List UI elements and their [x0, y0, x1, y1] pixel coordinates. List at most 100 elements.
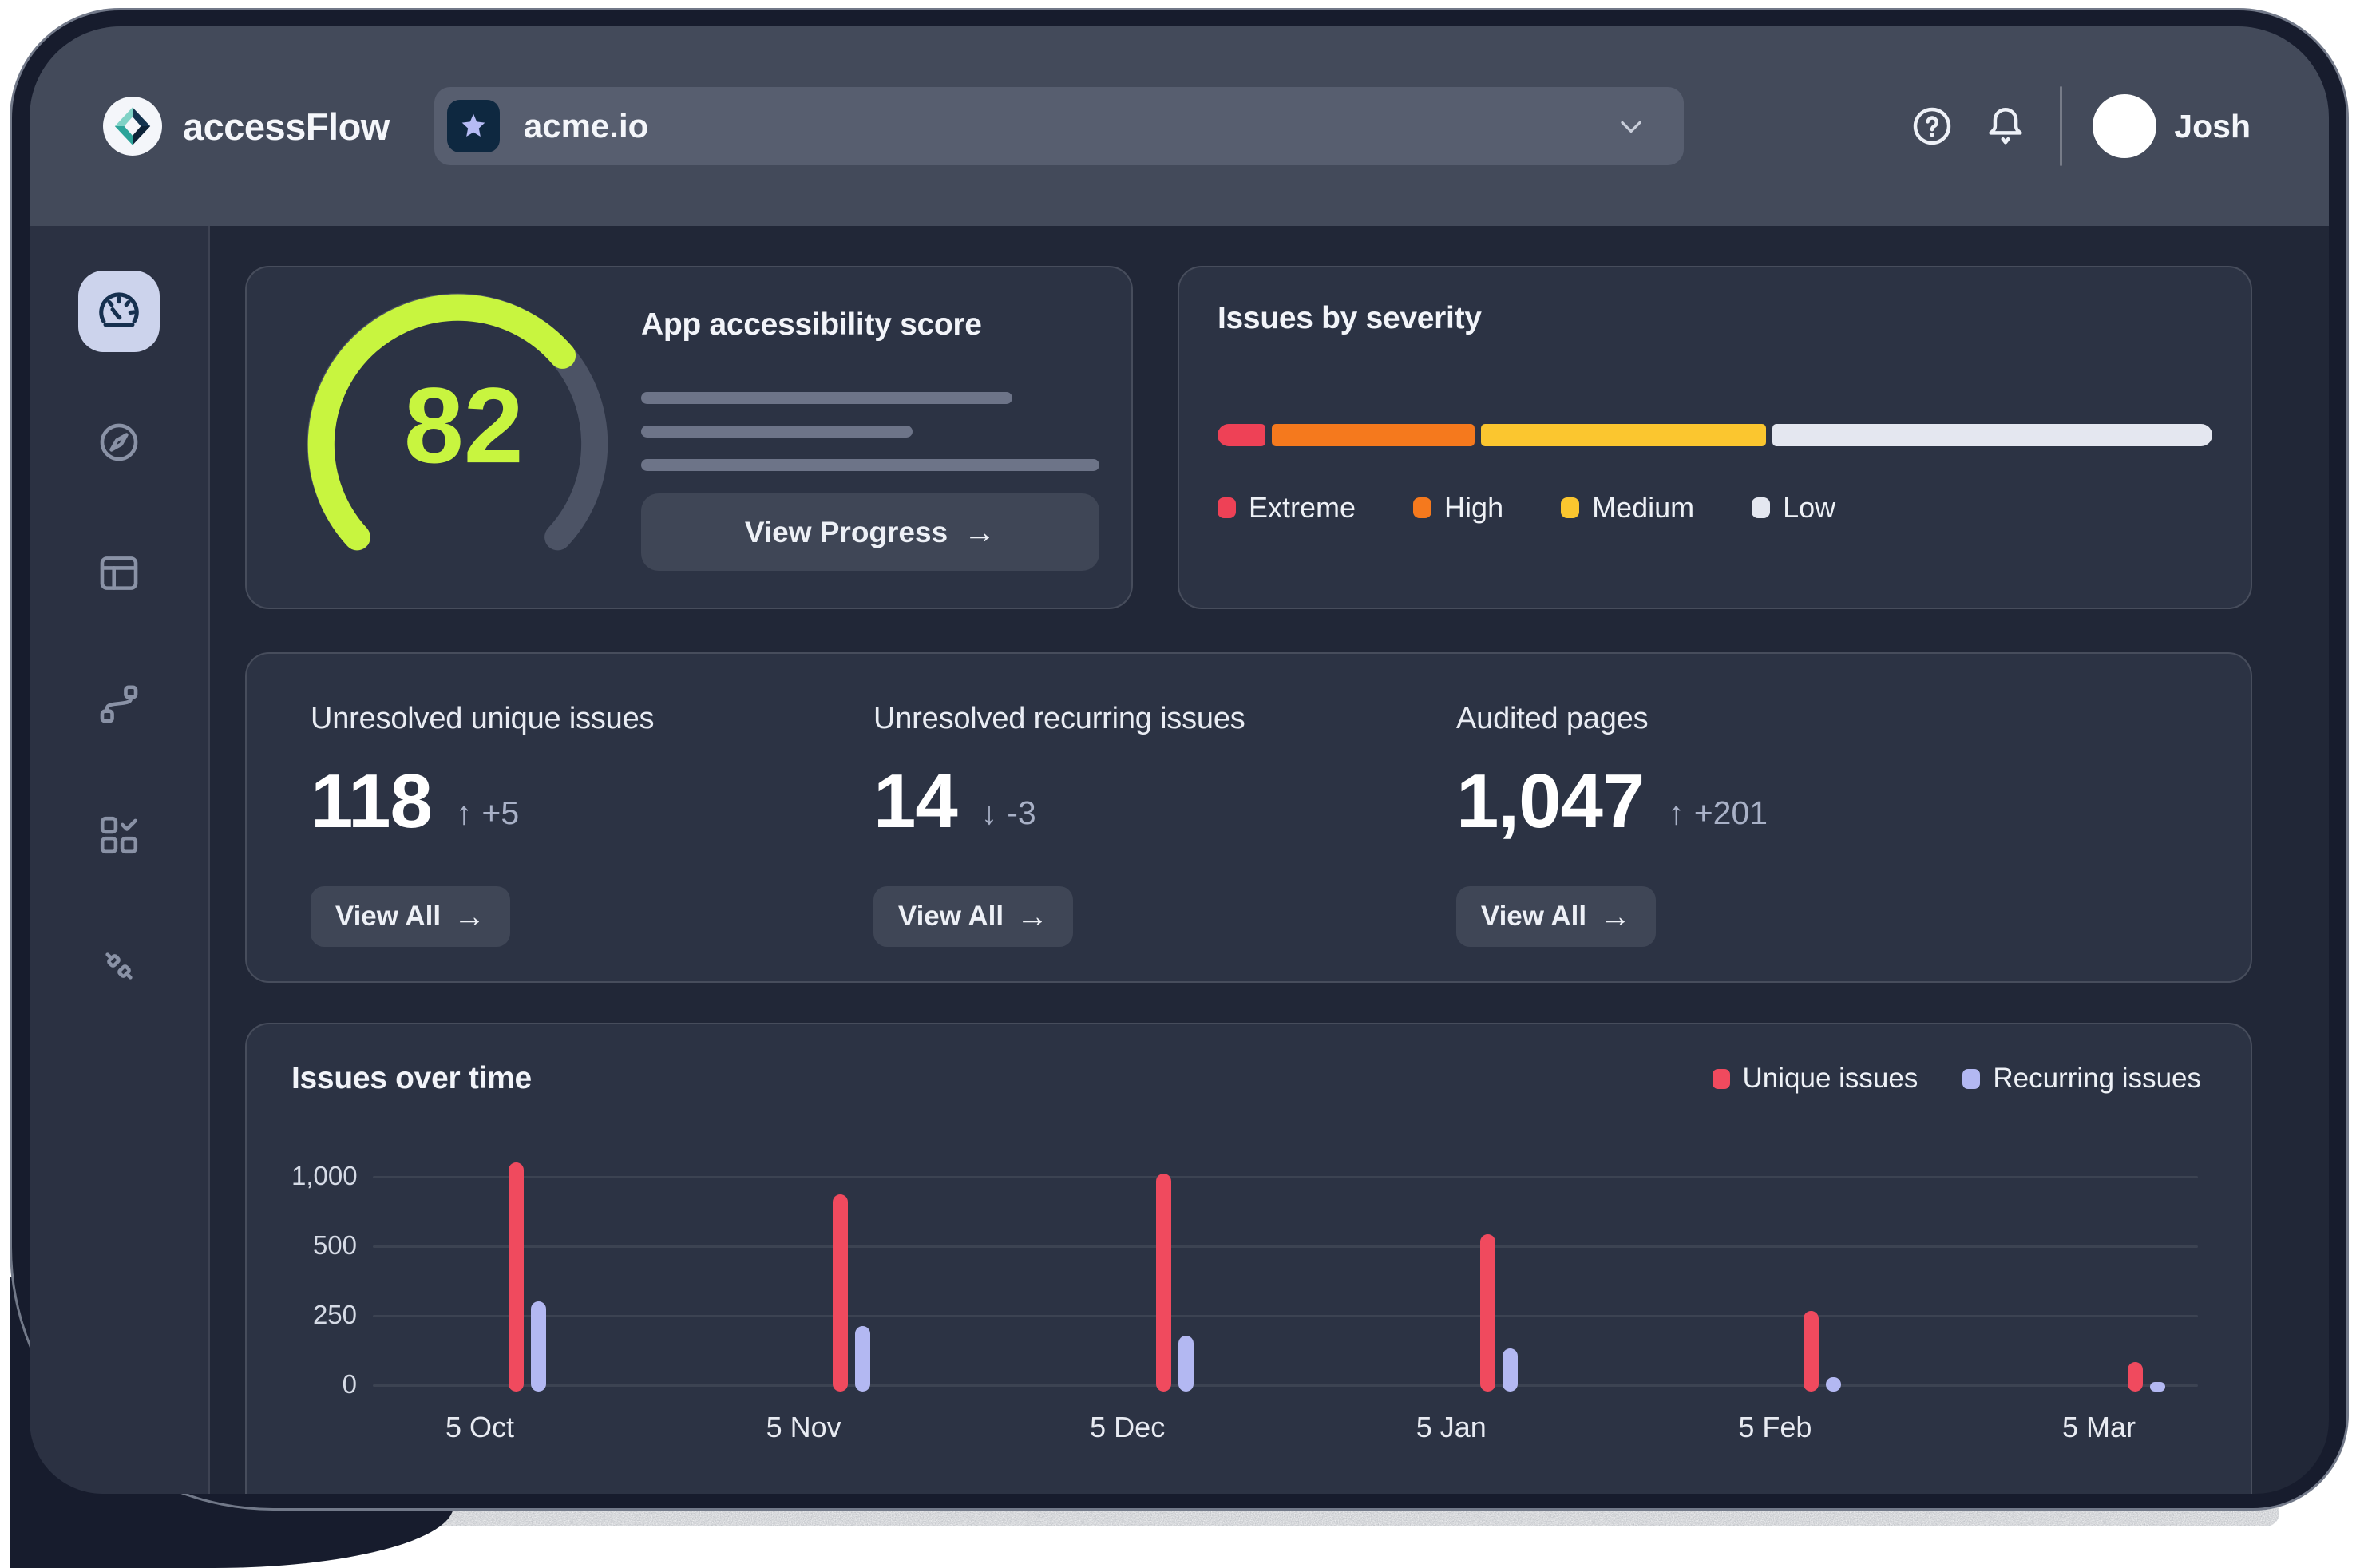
- chart-title: Issues over time: [291, 1061, 532, 1096]
- sidebar-item-flows[interactable]: [78, 663, 160, 745]
- view-all-unique-button[interactable]: View All →: [311, 886, 510, 947]
- project-selector[interactable]: acme.io: [434, 87, 1684, 165]
- sidebar-item-explore[interactable]: [78, 402, 160, 483]
- stat-value: 1,047: [1456, 766, 1644, 837]
- medium-swatch-icon: [1561, 497, 1579, 518]
- gridline-0: [373, 1384, 2198, 1387]
- layout-icon: [96, 550, 142, 596]
- unique-issues-bar-5-mar: [2128, 1362, 2143, 1392]
- help-button[interactable]: [1910, 104, 1954, 148]
- app-window: accessFlow acme.io: [30, 26, 2329, 1494]
- x-axis-label: 5 Jan: [1364, 1411, 1539, 1444]
- chart-legend: Unique issues Recurring issues: [1713, 1063, 2202, 1095]
- unique-issues-bar-5-feb: [1804, 1311, 1819, 1392]
- topbar: accessFlow acme.io: [30, 26, 2329, 226]
- recurring-issues-bar-5-jan: [1503, 1348, 1518, 1392]
- unique-issues-bar-5-oct: [509, 1162, 524, 1392]
- y-axis-label: 1,000: [291, 1161, 357, 1191]
- unique-issues-bar-5-nov: [833, 1194, 848, 1392]
- route-icon: [96, 681, 142, 727]
- device-frame: accessFlow acme.io: [10, 8, 2349, 1511]
- chart-plot: 1,000 500 250 0 5 Oct 5 Nov 5 Dec 5 Jan 5 Feb 5 M…: [291, 1130, 2201, 1481]
- stat-value: 118: [311, 766, 432, 837]
- severity-segment-high: [1272, 424, 1475, 446]
- recurring-issues-bar-5-dec: [1178, 1336, 1194, 1392]
- severity-card-title: Issues by severity: [1218, 301, 2212, 336]
- stat-delta: ↑+5: [456, 794, 519, 837]
- view-all-recurring-button[interactable]: View All →: [873, 886, 1073, 947]
- unique-issues-bar-5-dec: [1156, 1174, 1171, 1392]
- x-axis-label: 5 Dec: [1039, 1411, 1215, 1444]
- unique-issues-bar-5-jan: [1480, 1234, 1495, 1392]
- score-card: 82 App accessibility score View P: [245, 266, 1133, 609]
- topbar-right: Josh: [1910, 86, 2251, 166]
- legend-item-low: Low: [1752, 491, 1835, 525]
- arrow-up-icon: ↑: [456, 794, 473, 832]
- severity-segment-low: [1772, 424, 2212, 446]
- recurring-issues-bar-5-oct: [531, 1301, 546, 1392]
- arrow-right-icon: →: [453, 901, 485, 932]
- skeleton-line: [641, 392, 1012, 404]
- stat-delta: ↑+201: [1668, 794, 1768, 837]
- skeleton-line: [641, 459, 1099, 471]
- severity-segment-medium: [1481, 424, 1766, 446]
- recurring-issues-swatch-icon: [1962, 1069, 1980, 1089]
- score-skeleton-lines: [641, 392, 1099, 471]
- legend-item-unique: Unique issues: [1713, 1063, 1918, 1095]
- severity-segment-extreme: [1218, 424, 1265, 446]
- recurring-issues-bar-5-feb: [1826, 1377, 1841, 1392]
- severity-bar: [1218, 424, 2212, 446]
- stat-delta: ↓-3: [981, 794, 1036, 837]
- arrow-up-icon: ↑: [1668, 794, 1685, 832]
- brand: accessFlow: [103, 97, 390, 156]
- notifications-button[interactable]: [1983, 104, 2028, 148]
- stat-unique-issues: Unresolved unique issues 118 ↑+5 View Al…: [311, 702, 873, 981]
- x-axis-label: 5 Oct: [392, 1411, 568, 1444]
- sidebar-item-checks[interactable]: [78, 794, 160, 876]
- x-axis-label: 5 Mar: [2011, 1411, 2187, 1444]
- extreme-swatch-icon: [1218, 497, 1236, 518]
- legend-item-extreme: Extreme: [1218, 491, 1356, 525]
- severity-legend: Extreme High Medium: [1218, 491, 2212, 525]
- plug-icon: [96, 943, 142, 989]
- arrow-down-icon: ↓: [981, 794, 998, 832]
- stats-card: Unresolved unique issues 118 ↑+5 View Al…: [245, 652, 2252, 983]
- legend-item-recurring: Recurring issues: [1962, 1063, 2201, 1095]
- view-progress-button[interactable]: View Progress →: [641, 493, 1099, 571]
- recurring-issues-bar-5-nov: [855, 1326, 870, 1392]
- score-value: 82: [404, 365, 524, 485]
- sidebar-item-integrations[interactable]: [78, 925, 160, 1007]
- recurring-issues-bar-5-mar: [2150, 1382, 2165, 1392]
- issues-over-time-card: Issues over time Unique issues Recurring…: [245, 1023, 2252, 1494]
- view-progress-label: View Progress: [745, 516, 948, 549]
- gridline-500: [373, 1245, 2198, 1248]
- score-gauge: 82: [282, 299, 633, 571]
- stat-audited-pages: Audited pages 1,047 ↑+201 View All →: [1456, 702, 2203, 981]
- score-card-title: App accessibility score: [641, 307, 1099, 343]
- unique-issues-swatch-icon: [1713, 1069, 1730, 1089]
- project-name: acme.io: [524, 107, 1590, 145]
- y-axis-label: 250: [291, 1300, 357, 1330]
- project-star-icon: [447, 100, 500, 152]
- legend-item-medium: Medium: [1561, 491, 1694, 525]
- components-check-icon: [96, 812, 142, 858]
- accessflow-logo-icon: [103, 97, 162, 156]
- view-all-pages-button[interactable]: View All →: [1456, 886, 1656, 947]
- legend-item-high: High: [1413, 491, 1503, 525]
- x-axis-label: 5 Nov: [716, 1411, 892, 1444]
- topbar-divider: [2060, 86, 2062, 166]
- y-axis-label: 500: [291, 1230, 357, 1261]
- x-axis-label: 5 Feb: [1687, 1411, 1863, 1444]
- stat-value: 14: [873, 766, 957, 837]
- arrow-right-icon: →: [1599, 901, 1631, 932]
- user-name: Josh: [2174, 108, 2251, 145]
- chevron-down-icon: [1614, 109, 1649, 144]
- compass-icon: [96, 419, 142, 465]
- sidebar-item-pages[interactable]: [78, 533, 160, 614]
- gridline-250: [373, 1315, 2198, 1317]
- avatar[interactable]: [2093, 94, 2156, 158]
- arrow-right-icon: →: [1016, 901, 1048, 932]
- sidebar-item-dashboard[interactable]: [78, 271, 160, 352]
- high-swatch-icon: [1413, 497, 1431, 518]
- y-axis-label: 0: [291, 1369, 357, 1400]
